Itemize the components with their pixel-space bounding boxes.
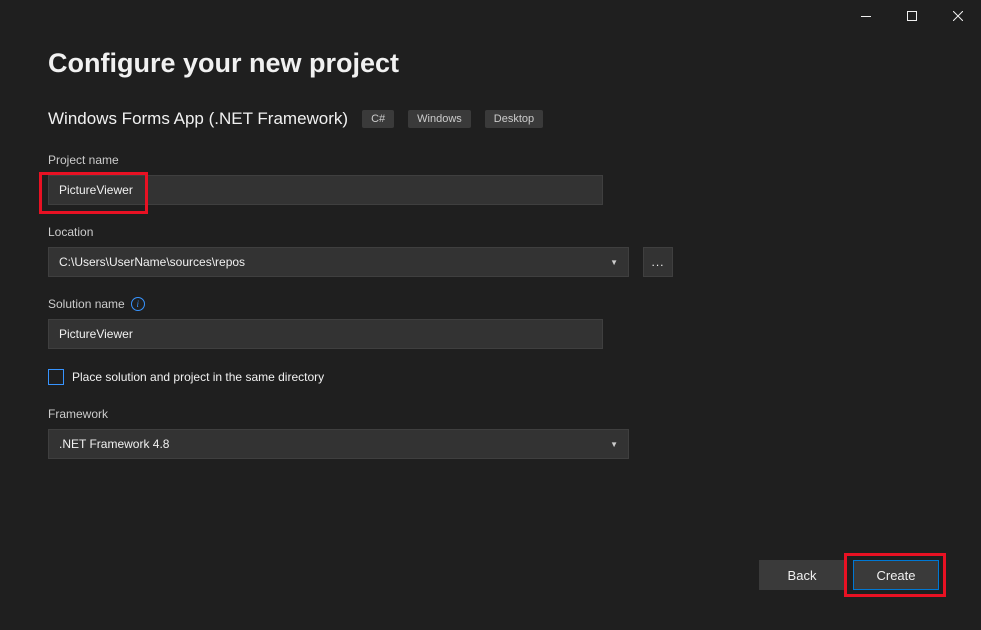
info-icon[interactable]: i (131, 297, 145, 311)
maximize-button[interactable] (889, 0, 935, 32)
framework-value: .NET Framework 4.8 (59, 437, 169, 451)
solution-name-input[interactable] (48, 319, 603, 349)
location-group: Location C:\Users\UserName\sources\repos… (48, 225, 933, 277)
same-directory-checkbox[interactable] (48, 369, 64, 385)
framework-dropdown[interactable]: .NET Framework 4.8 ▼ (48, 429, 629, 459)
project-name-label: Project name (48, 153, 933, 167)
chevron-down-icon: ▼ (610, 440, 618, 449)
tag-language: C# (362, 110, 394, 128)
minimize-button[interactable] (843, 0, 889, 32)
solution-name-label: Solution name i (48, 297, 933, 311)
same-directory-row: Place solution and project in the same d… (48, 369, 933, 385)
subtitle-row: Windows Forms App (.NET Framework) C# Wi… (48, 109, 933, 129)
content-area: Configure your new project Windows Forms… (0, 0, 981, 459)
tag-platform: Windows (408, 110, 471, 128)
project-name-group: Project name (48, 153, 933, 205)
tag-type: Desktop (485, 110, 543, 128)
solution-name-label-text: Solution name (48, 297, 125, 311)
annotation-highlight-create (844, 553, 946, 597)
annotation-highlight-projectname (39, 172, 148, 214)
close-button[interactable] (935, 0, 981, 32)
solution-name-group: Solution name i (48, 297, 933, 349)
back-button[interactable]: Back (759, 560, 845, 590)
window-controls (843, 0, 981, 32)
framework-label: Framework (48, 407, 933, 421)
same-directory-label: Place solution and project in the same d… (72, 370, 324, 384)
browse-button[interactable]: ... (643, 247, 673, 277)
location-value: C:\Users\UserName\sources\repos (59, 255, 245, 269)
framework-group: Framework .NET Framework 4.8 ▼ (48, 407, 933, 459)
location-dropdown[interactable]: C:\Users\UserName\sources\repos ▼ (48, 247, 629, 277)
page-title: Configure your new project (48, 48, 933, 79)
chevron-down-icon: ▼ (610, 258, 618, 267)
location-label: Location (48, 225, 933, 239)
project-template-name: Windows Forms App (.NET Framework) (48, 109, 348, 129)
